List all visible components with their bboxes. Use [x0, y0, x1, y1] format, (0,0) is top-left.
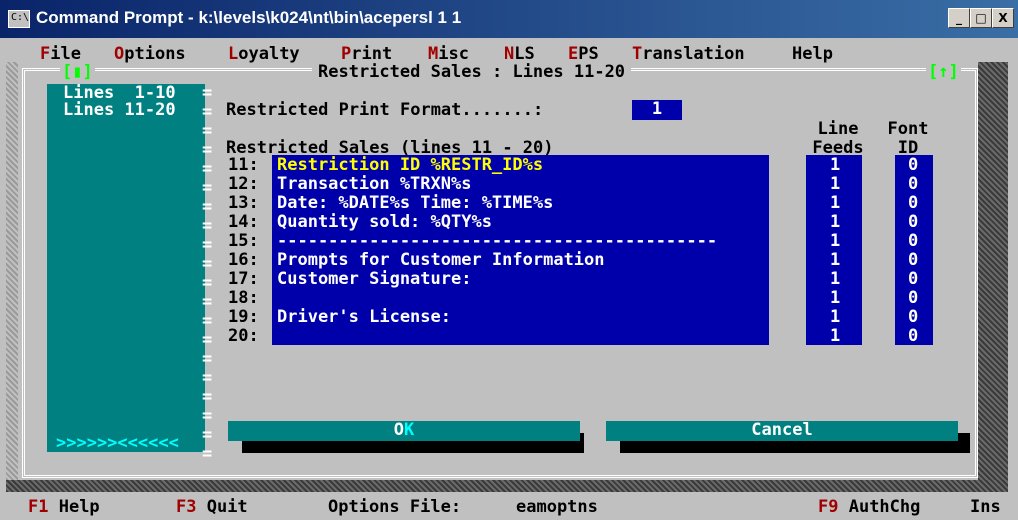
scroll-up-arrow[interactable]: [↑]	[926, 63, 961, 82]
menu-translation[interactable]: Translation	[632, 45, 745, 64]
font-id-value[interactable]: 0	[908, 308, 918, 327]
print-format-label: Restricted Print Format.......:	[226, 100, 544, 120]
line-text-field[interactable]: Quantity sold: %QTY%s	[277, 213, 492, 232]
line-number: 11:	[228, 155, 259, 175]
sidebar-item-lines-11-20[interactable]: Lines 11-20	[63, 101, 176, 120]
font-id-value[interactable]: 0	[908, 156, 918, 175]
line-number: 18:	[228, 288, 259, 308]
line-feeds-value[interactable]: 1	[830, 270, 840, 289]
line-number: 12:	[228, 174, 259, 194]
line-number: 13:	[228, 193, 259, 213]
f9-authchg-shortcut[interactable]: F9 AuthChg	[818, 498, 920, 517]
line-feeds-value[interactable]: 1	[830, 308, 840, 327]
line-feeds-value[interactable]: 1	[830, 156, 840, 175]
status-bar: F1 Help F3 Quit Options File: eamoptns F…	[0, 496, 1018, 520]
dialog-title: Restricted Sales : Lines 11-20	[312, 63, 632, 82]
font-id-value[interactable]: 0	[908, 194, 918, 213]
ok-button[interactable]: OK	[228, 421, 580, 441]
line-text-field[interactable]: Restriction ID %RESTR_ID%s	[277, 156, 543, 175]
window-title-bar[interactable]: C:\ Command Prompt - k:\levels\k024\nt\b…	[0, 0, 1018, 38]
line-feeds-value[interactable]: 1	[830, 194, 840, 213]
line-text-field[interactable]: Prompts for Customer Information	[277, 251, 605, 270]
close-button[interactable]: X	[992, 8, 1014, 28]
line-feeds-value[interactable]: 1	[830, 232, 840, 251]
font-id-value[interactable]: 0	[908, 289, 918, 308]
menu-bar: File Options Loyalty Print Misc NLS EPS …	[0, 42, 1018, 64]
font-id-value[interactable]: 0	[908, 327, 918, 346]
font-id-value[interactable]: 0	[908, 213, 918, 232]
command-prompt-icon[interactable]: C:\	[8, 10, 30, 28]
lines-sidebar: Lines 1-10 Lines 11-20	[47, 84, 205, 452]
options-file-label: Options File:	[328, 497, 462, 517]
line-text-field[interactable]: Transaction %TRXN%s	[277, 175, 471, 194]
line-feeds-value[interactable]: 1	[830, 327, 840, 346]
line-text-field[interactable]: Driver's License:	[277, 308, 451, 327]
sidebar-separator: = = = = = = = = = = = = = = = = = = = =	[202, 83, 213, 464]
f1-help-shortcut[interactable]: F1 Help	[28, 498, 100, 517]
line-number: 15:	[228, 231, 259, 251]
line-text-field[interactable]: Customer Signature:	[277, 270, 471, 289]
screen-texture-left	[6, 62, 18, 480]
line-text-field[interactable]: ----------------------------------------…	[277, 232, 717, 251]
line-number: 16:	[228, 250, 259, 270]
line-number: 19:	[228, 307, 259, 327]
window-shadow-bottom	[6, 480, 1008, 492]
font-id-column-header: Font ID	[887, 119, 929, 158]
menu-options[interactable]: Options	[114, 45, 186, 64]
insert-mode-indicator: Ins	[970, 497, 1001, 517]
menu-help[interactable]: Help	[792, 45, 833, 64]
line-feeds-value[interactable]: 1	[830, 175, 840, 194]
line-feeds-value[interactable]: 1	[830, 213, 840, 232]
line-number: 14:	[228, 212, 259, 232]
line-text-field[interactable]: Date: %DATE%s Time: %TIME%s	[277, 194, 553, 213]
line-feeds-value[interactable]: 1	[830, 289, 840, 308]
sidebar-scroll-arrows[interactable]: >>>>>><<<<<<	[56, 434, 179, 453]
scroll-indicator-left[interactable]: [▮]	[60, 63, 95, 82]
minimize-button[interactable]: _	[948, 8, 970, 28]
maximize-button[interactable]: □	[970, 8, 992, 28]
window-shadow-right	[978, 62, 1008, 480]
print-format-input[interactable]: 1	[632, 100, 682, 120]
console-area: File Options Loyalty Print Misc NLS EPS …	[0, 38, 1018, 520]
f3-quit-shortcut[interactable]: F3 Quit	[176, 498, 248, 517]
menu-loyalty[interactable]: Loyalty	[228, 45, 300, 64]
options-file-value: eamoptns	[516, 497, 598, 517]
icon-label: C:\	[11, 12, 30, 23]
window-title: Command Prompt - k:\levels\k024\nt\bin\a…	[36, 8, 462, 27]
font-id-value[interactable]: 0	[908, 175, 918, 194]
line-number: 20:	[228, 326, 259, 346]
cancel-button[interactable]: Cancel	[606, 421, 958, 441]
font-id-value[interactable]: 0	[908, 251, 918, 270]
line-feeds-column-header: Line Feeds	[812, 119, 864, 158]
font-id-value[interactable]: 0	[908, 270, 918, 289]
line-number: 17:	[228, 269, 259, 289]
line-feeds-value[interactable]: 1	[830, 251, 840, 270]
font-id-value[interactable]: 0	[908, 232, 918, 251]
